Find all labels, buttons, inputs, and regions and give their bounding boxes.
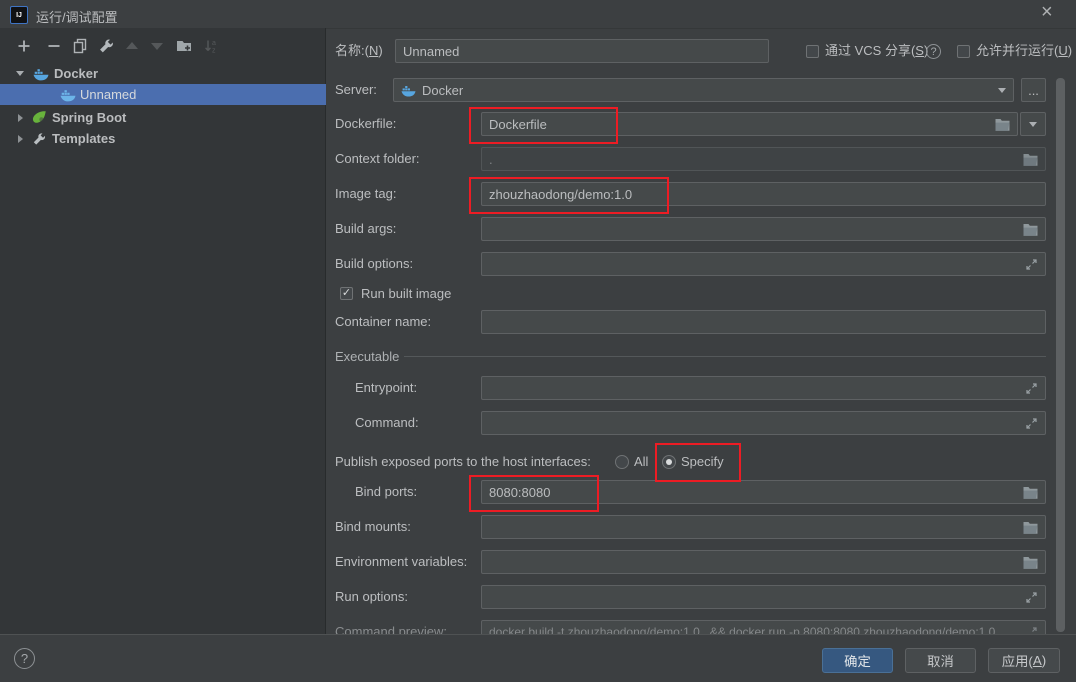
cancel-button[interactable]: 取消	[905, 648, 976, 673]
tree-item-label: Unnamed	[80, 87, 136, 102]
bind-mounts-label: Bind mounts:	[335, 515, 411, 539]
edit-templates-icon[interactable]	[98, 38, 114, 54]
image-tag-field[interactable]: zhouzhaodong/demo:1.0	[481, 182, 1046, 206]
environment-variables-label: Environment variables:	[335, 550, 467, 574]
build-args-field[interactable]	[481, 217, 1046, 241]
add-icon[interactable]	[16, 38, 32, 54]
expand-icon[interactable]	[1025, 591, 1038, 604]
publish-all-radio[interactable]	[615, 455, 629, 469]
name-input[interactable]	[395, 39, 769, 63]
context-folder-field[interactable]: .	[481, 147, 1046, 171]
remove-icon[interactable]	[46, 38, 62, 54]
wrench-icon	[32, 132, 46, 146]
ok-button[interactable]: 确定	[822, 648, 893, 673]
expand-icon[interactable]	[1025, 258, 1038, 271]
chevron-down-icon[interactable]	[998, 88, 1006, 93]
check-icon: ✓	[342, 288, 351, 299]
move-down-icon[interactable]	[151, 43, 163, 50]
tree-item-label: Templates	[52, 131, 115, 146]
folder-icon[interactable]	[1023, 153, 1038, 166]
entrypoint-field[interactable]	[481, 376, 1046, 400]
build-options-field[interactable]	[481, 252, 1046, 276]
environment-variables-field[interactable]	[481, 550, 1046, 574]
dockerfile-field[interactable]: Dockerfile	[481, 112, 1018, 136]
dockerfile-dropdown-button[interactable]	[1020, 112, 1046, 136]
chevron-down-icon	[1029, 122, 1037, 127]
expanded-chevron-icon[interactable]	[16, 71, 24, 76]
expand-icon[interactable]	[1025, 417, 1038, 430]
copy-icon[interactable]	[72, 38, 88, 54]
bind-ports-label: Bind ports:	[355, 480, 417, 504]
tree-item-label: Spring Boot	[52, 110, 126, 125]
apply-button[interactable]: 应用(A)	[988, 648, 1060, 673]
server-value: Docker	[422, 83, 993, 98]
run-options-field[interactable]	[481, 585, 1046, 609]
command-field[interactable]	[481, 411, 1046, 435]
executable-separator-line	[404, 356, 1046, 357]
container-name-field[interactable]	[481, 310, 1046, 334]
folder-icon[interactable]	[1023, 521, 1038, 534]
publish-specify-label: Specify	[681, 450, 724, 474]
folder-icon[interactable]	[995, 118, 1010, 131]
vertical-scrollbar[interactable]	[1056, 78, 1065, 632]
bind-ports-field[interactable]: 8080:8080	[481, 480, 1046, 504]
collapsed-chevron-icon[interactable]	[18, 114, 23, 122]
build-args-label: Build args:	[335, 217, 396, 241]
dockerfile-label: Dockerfile:	[335, 112, 396, 136]
svg-text:a: a	[212, 40, 216, 47]
container-name-label: Container name:	[335, 310, 431, 334]
dialog-title: 运行/调试配置	[36, 7, 118, 26]
bind-mounts-field[interactable]	[481, 515, 1046, 539]
server-label: Server:	[335, 78, 377, 102]
server-combobox[interactable]: Docker	[393, 78, 1014, 102]
share-vcs-checkbox[interactable]	[806, 45, 819, 58]
move-up-icon[interactable]	[126, 42, 138, 49]
allow-parallel-run-checkbox[interactable]	[957, 45, 970, 58]
collapsed-chevron-icon[interactable]	[18, 135, 23, 143]
docker-icon	[60, 88, 76, 102]
command-label: Command:	[355, 411, 419, 435]
create-folder-icon[interactable]	[176, 38, 193, 54]
logo-text: IJ	[16, 12, 22, 19]
executable-section-label: Executable	[335, 345, 399, 369]
build-options-label: Build options:	[335, 252, 413, 276]
folder-icon[interactable]	[1023, 486, 1038, 499]
folder-icon[interactable]	[1023, 223, 1038, 236]
run-options-label: Run options:	[335, 585, 408, 609]
vcs-help-icon[interactable]: ?	[926, 44, 941, 59]
tree-item-templates[interactable]: Templates	[0, 128, 326, 149]
context-folder-label: Context folder:	[335, 147, 420, 171]
svg-text:z: z	[212, 48, 216, 55]
tree-item-unnamed-selected[interactable]: Unnamed	[0, 84, 326, 105]
help-icon[interactable]: ?	[14, 648, 35, 669]
publish-all-label: All	[634, 450, 648, 474]
sort-alphabetically-icon[interactable]: az	[203, 38, 219, 54]
allow-parallel-run-label: 允许并行运行(U)	[976, 39, 1072, 63]
run-built-image-label: Run built image	[361, 282, 451, 306]
name-label: 名称:(N)	[335, 39, 383, 63]
folder-icon[interactable]	[1023, 556, 1038, 569]
server-browse-button[interactable]: ...	[1021, 78, 1046, 102]
intellij-logo-icon: IJ	[10, 6, 28, 24]
docker-icon	[33, 67, 49, 81]
close-icon[interactable]: ×	[1041, 1, 1053, 24]
tree-item-docker-group[interactable]: Docker	[0, 63, 326, 84]
sidebar-panel: az Docker Unnamed Spring Boot Templates	[0, 28, 326, 634]
expand-icon[interactable]	[1025, 382, 1038, 395]
run-debug-configurations-dialog: IJ 运行/调试配置 × az	[0, 0, 1076, 682]
title-bar: IJ 运行/调试配置 ×	[0, 0, 1076, 29]
tree-item-label: Docker	[54, 66, 98, 81]
image-tag-label: Image tag:	[335, 182, 396, 206]
publish-specify-radio[interactable]	[662, 455, 676, 469]
dialog-footer: ? 确定 取消 应用(A)	[0, 634, 1076, 682]
docker-icon	[401, 84, 416, 97]
spring-boot-icon	[32, 110, 47, 125]
configurations-toolbar: az	[0, 36, 326, 58]
run-built-image-checkbox[interactable]: ✓	[340, 287, 353, 300]
publish-ports-label: Publish exposed ports to the host interf…	[335, 450, 591, 474]
share-vcs-label: 通过 VCS 分享(S)	[825, 39, 928, 63]
entrypoint-label: Entrypoint:	[355, 376, 417, 400]
tree-item-spring-boot-group[interactable]: Spring Boot	[0, 107, 326, 128]
